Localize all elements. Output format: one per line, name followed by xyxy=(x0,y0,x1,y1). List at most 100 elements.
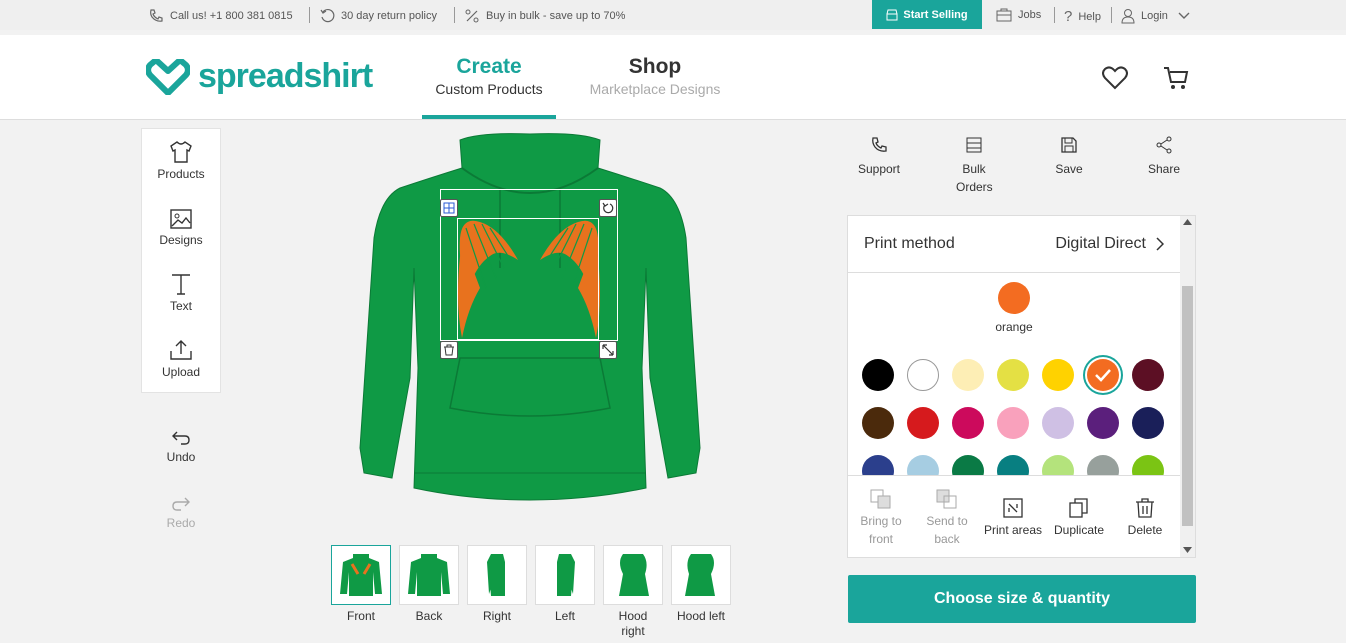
color-swatch[interactable] xyxy=(952,407,984,439)
view-label: Back xyxy=(415,609,443,623)
choose-size-quantity-label: Choose size & quantity xyxy=(933,590,1111,607)
duplicate-button[interactable]: Duplicate xyxy=(1046,488,1112,539)
share-button[interactable]: Share xyxy=(1124,136,1204,178)
scroll-down-icon xyxy=(1183,547,1192,553)
delete-handle[interactable] xyxy=(440,341,458,359)
resize-handle[interactable] xyxy=(599,341,617,359)
color-swatch[interactable] xyxy=(952,359,984,391)
redo-icon xyxy=(172,497,190,511)
view-label: Front xyxy=(346,609,375,623)
image-icon xyxy=(170,209,192,229)
color-palette xyxy=(848,351,1180,475)
selected-color-name: orange xyxy=(995,320,1033,334)
tool-designs[interactable]: Designs xyxy=(142,209,220,247)
color-swatch[interactable] xyxy=(997,359,1029,391)
bulk-offer-text: Buy in bulk - save up to 70% xyxy=(486,10,626,22)
color-swatch[interactable] xyxy=(1087,455,1119,475)
call-us[interactable]: Call us! +1 800 381 0815 xyxy=(148,8,293,24)
login-link[interactable]: Login xyxy=(1121,8,1190,24)
view-thumb-left[interactable] xyxy=(535,545,595,605)
color-swatch[interactable] xyxy=(997,407,1029,439)
send-to-back-label: Send to back xyxy=(926,514,968,546)
tab-create-subtitle: Custom Products xyxy=(435,81,543,97)
rotate-handle[interactable] xyxy=(599,199,617,217)
print-areas-label: Print areas xyxy=(983,523,1043,537)
view-thumb-hood-right[interactable] xyxy=(603,545,663,605)
jobs-label: Jobs xyxy=(1018,9,1042,21)
view-thumb-right[interactable] xyxy=(467,545,527,605)
bulk-orders-button[interactable]: Bulk Orders xyxy=(934,136,1014,196)
choose-size-quantity-button[interactable]: Choose size & quantity xyxy=(848,575,1196,623)
stack-icon xyxy=(966,137,982,153)
scrollbar-thumb[interactable] xyxy=(1182,286,1193,526)
cart-icon[interactable] xyxy=(1163,66,1189,90)
save-button[interactable]: Save xyxy=(1029,136,1109,178)
color-swatch[interactable] xyxy=(907,407,939,439)
tab-shop-subtitle: Marketplace Designs xyxy=(589,81,721,97)
tab-create[interactable]: Create Custom Products xyxy=(422,55,556,97)
trash-icon xyxy=(1136,498,1154,518)
view-thumb-front[interactable] xyxy=(331,545,391,605)
panel-scrollbar[interactable] xyxy=(1180,216,1195,557)
tab-shop[interactable]: Shop Marketplace Designs xyxy=(580,55,730,97)
heart-icon[interactable] xyxy=(1102,66,1128,90)
bulk-offer[interactable]: Buy in bulk - save up to 70% xyxy=(464,8,625,24)
color-swatch[interactable] xyxy=(952,455,984,475)
percent-icon xyxy=(465,9,479,23)
phone-icon xyxy=(150,9,163,22)
tool-designs-label: Designs xyxy=(159,233,203,247)
tool-text[interactable]: Text xyxy=(142,273,220,313)
hoodie-thumbnail xyxy=(557,554,575,596)
color-swatch[interactable] xyxy=(1087,407,1119,439)
delete-button[interactable]: Delete xyxy=(1112,488,1178,539)
tool-products[interactable]: Products xyxy=(142,141,220,181)
color-swatch[interactable] xyxy=(1087,359,1119,391)
divider xyxy=(309,7,310,23)
color-swatch[interactable] xyxy=(1042,455,1074,475)
color-swatch[interactable] xyxy=(1042,407,1074,439)
color-swatch[interactable] xyxy=(1042,359,1074,391)
logo-text: spreadshirt xyxy=(198,57,373,95)
color-swatch[interactable] xyxy=(907,359,939,391)
align-icon xyxy=(443,202,455,214)
chevron-down-icon xyxy=(1178,12,1190,19)
color-swatch[interactable] xyxy=(862,407,894,439)
jobs-link[interactable]: Jobs xyxy=(996,8,1041,22)
delete-label: Delete xyxy=(1127,523,1163,537)
color-swatch[interactable] xyxy=(907,455,939,475)
print-areas-button[interactable]: Print areas xyxy=(980,488,1046,539)
customization-panel: Print method Digital Direct orange Bring… xyxy=(847,215,1196,558)
help-link[interactable]: ? Help xyxy=(1064,8,1101,25)
design-bounding-box[interactable] xyxy=(457,218,599,340)
color-swatch[interactable] xyxy=(862,359,894,391)
view-thumb-back[interactable] xyxy=(399,545,459,605)
color-swatch[interactable] xyxy=(1132,455,1164,475)
view-thumb-hood-left[interactable] xyxy=(671,545,731,605)
align-handle[interactable] xyxy=(440,199,458,217)
support-button[interactable]: Support xyxy=(839,136,919,178)
duplicate-label: Duplicate xyxy=(1053,523,1105,537)
text-icon xyxy=(172,274,190,295)
undo-button[interactable]: Undo xyxy=(141,430,221,464)
bring-to-front-label: Bring to front xyxy=(860,514,902,546)
bulk-orders-label: Bulk Orders xyxy=(956,162,993,194)
color-swatch[interactable] xyxy=(1132,359,1164,391)
tool-upload[interactable]: Upload xyxy=(142,339,220,379)
divider xyxy=(1111,7,1112,23)
bring-to-front-button[interactable]: Bring to front xyxy=(848,488,914,548)
color-swatch[interactable] xyxy=(862,455,894,475)
start-selling-label: Start Selling xyxy=(903,8,968,21)
print-method-row[interactable]: Print method Digital Direct xyxy=(848,216,1180,273)
logo[interactable]: spreadshirt xyxy=(146,57,373,96)
color-swatch[interactable] xyxy=(997,455,1029,475)
send-to-back-button[interactable]: Send to back xyxy=(914,488,980,548)
return-policy[interactable]: 30 day return policy xyxy=(319,8,437,24)
utility-bar: Call us! +1 800 381 0815 30 day return p… xyxy=(0,0,1346,30)
start-selling-button[interactable]: Start Selling xyxy=(872,0,982,29)
tool-sidebar: Products Designs Text Upload xyxy=(141,128,221,393)
redo-button[interactable]: Redo xyxy=(141,496,221,530)
duplicate-icon xyxy=(1069,498,1088,518)
selected-color-swatch xyxy=(998,282,1030,314)
call-us-text: Call us! +1 800 381 0815 xyxy=(170,10,293,22)
color-swatch[interactable] xyxy=(1132,407,1164,439)
